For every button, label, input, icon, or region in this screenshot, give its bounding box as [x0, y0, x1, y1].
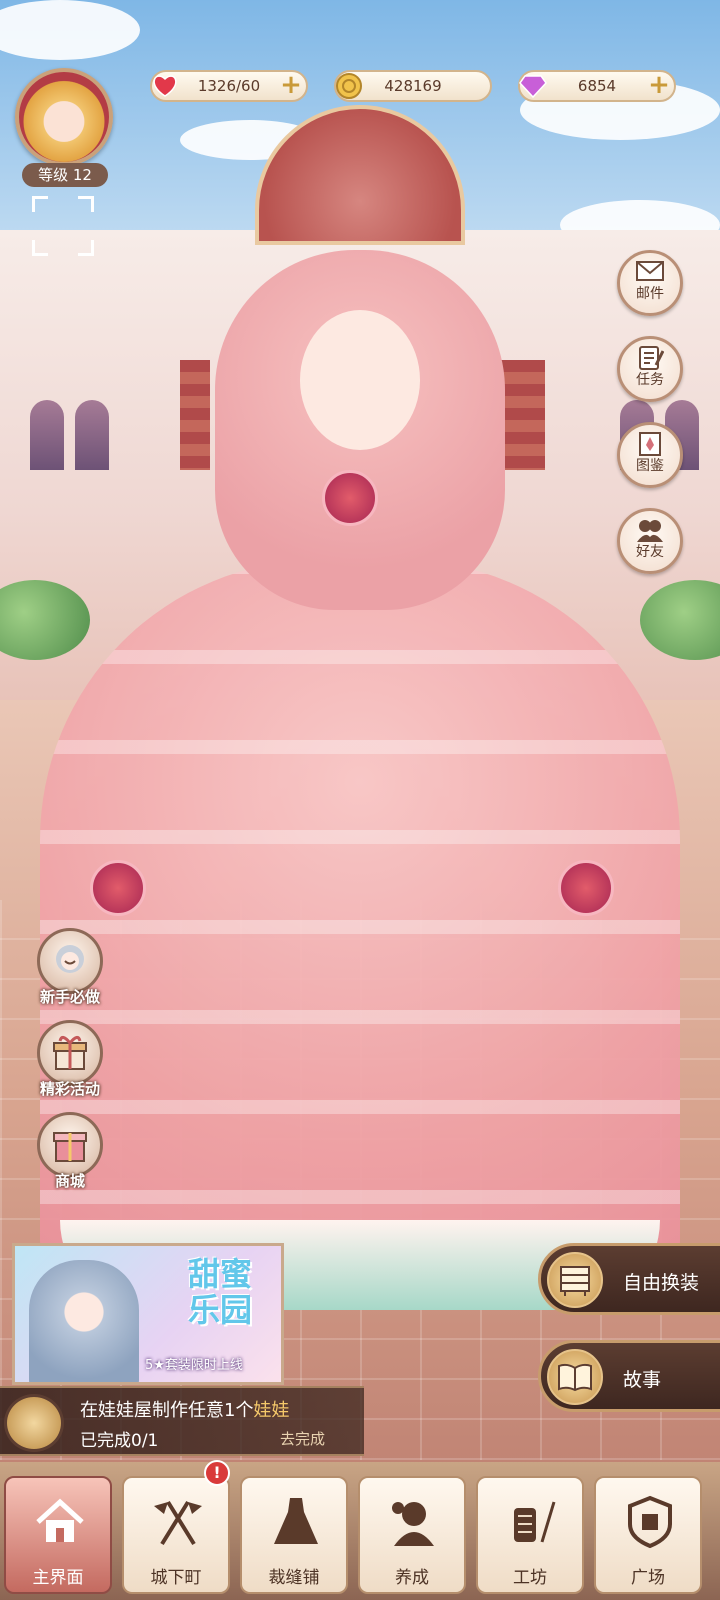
quest-tracker[interactable]: 在娃娃屋制作任意1个娃娃 已完成0/1 去完成: [0, 1386, 364, 1456]
promo-subtitle: 5★套装限时上线: [145, 1358, 243, 1373]
gold-counter: 428169: [334, 70, 492, 102]
collection-icon: [620, 431, 680, 457]
town-alert-badge: !: [204, 1460, 230, 1486]
character-face[interactable]: [300, 310, 420, 450]
tab-workshop[interactable]: 工坊: [476, 1476, 584, 1594]
tab-plaza[interactable]: 广场: [594, 1476, 702, 1594]
home-icon: [30, 1492, 90, 1552]
quest-highlight: 娃娃: [253, 1400, 290, 1421]
friends-button[interactable]: 好友: [617, 508, 683, 574]
arch: [30, 400, 64, 470]
diamond-counter: 6854 +: [518, 70, 676, 102]
gold-value: 428169: [384, 77, 442, 95]
story-button[interactable]: 故事: [538, 1340, 720, 1412]
add-diamond-button[interactable]: +: [648, 72, 670, 98]
diamond-value: 6854: [577, 77, 617, 95]
stamina-counter: 1326/60 +: [150, 70, 308, 102]
bottom-nav: 主界面 城下町 裁缝铺 养成 工坊 广场: [0, 1462, 720, 1600]
stamina-value: 1326/60: [197, 77, 261, 95]
arch: [75, 400, 109, 470]
promo-title: 甜蜜乐园: [187, 1255, 252, 1329]
book-icon: [547, 1349, 603, 1405]
add-stamina-button[interactable]: +: [280, 72, 302, 98]
shop-icon: [37, 1112, 103, 1178]
newbie-icon: [37, 928, 103, 994]
fullscreen-icon[interactable]: [32, 196, 94, 256]
coin-icon: [332, 69, 366, 103]
mail-icon: [620, 259, 680, 285]
friends-icon: [620, 517, 680, 543]
rose-ornament: [322, 470, 378, 526]
events-button[interactable]: 精彩活动: [28, 1020, 112, 1099]
tab-town[interactable]: 城下町: [122, 1476, 230, 1594]
banner: [180, 360, 210, 470]
newbie-tasks-button[interactable]: 新手必做: [28, 928, 112, 1007]
banner: [515, 360, 545, 470]
collection-button[interactable]: 图鉴: [617, 422, 683, 488]
dress-icon: [266, 1492, 326, 1552]
rose-ornament: [90, 860, 146, 916]
free-dress-up-button[interactable]: 自由换装: [538, 1243, 720, 1315]
mail-button[interactable]: 邮件: [617, 250, 683, 316]
rose-ornament: [558, 860, 614, 916]
gift-icon: [37, 1020, 103, 1086]
tab-tailor[interactable]: 裁缝铺: [240, 1476, 348, 1594]
tab-home[interactable]: 主界面: [4, 1476, 112, 1594]
promo-character-art: [29, 1260, 139, 1382]
plaza-icon: [620, 1492, 680, 1552]
character-dress[interactable]: [40, 560, 680, 1300]
promo-banner[interactable]: 甜蜜乐园 5★套装限时上线: [12, 1243, 284, 1385]
tab-growth[interactable]: 养成: [358, 1476, 466, 1594]
player-avatar[interactable]: [15, 68, 113, 166]
dresser-icon: [547, 1252, 603, 1308]
heart-icon: [148, 69, 182, 103]
growth-icon: [384, 1492, 444, 1552]
shop-button[interactable]: 商城: [28, 1112, 112, 1191]
quest-go-link[interactable]: 去完成: [280, 1428, 325, 1449]
flags-icon: [148, 1492, 208, 1552]
quest-description: 在娃娃屋制作任意1个娃娃: [80, 1400, 290, 1421]
quest-book-icon: [4, 1394, 64, 1452]
diamond-icon: [516, 69, 550, 103]
quest-progress: 已完成0/1: [80, 1431, 159, 1451]
level-badge: 等级 12: [22, 163, 108, 187]
workshop-icon: [502, 1492, 562, 1552]
task-icon: [620, 345, 680, 371]
task-button[interactable]: 任务: [617, 336, 683, 402]
